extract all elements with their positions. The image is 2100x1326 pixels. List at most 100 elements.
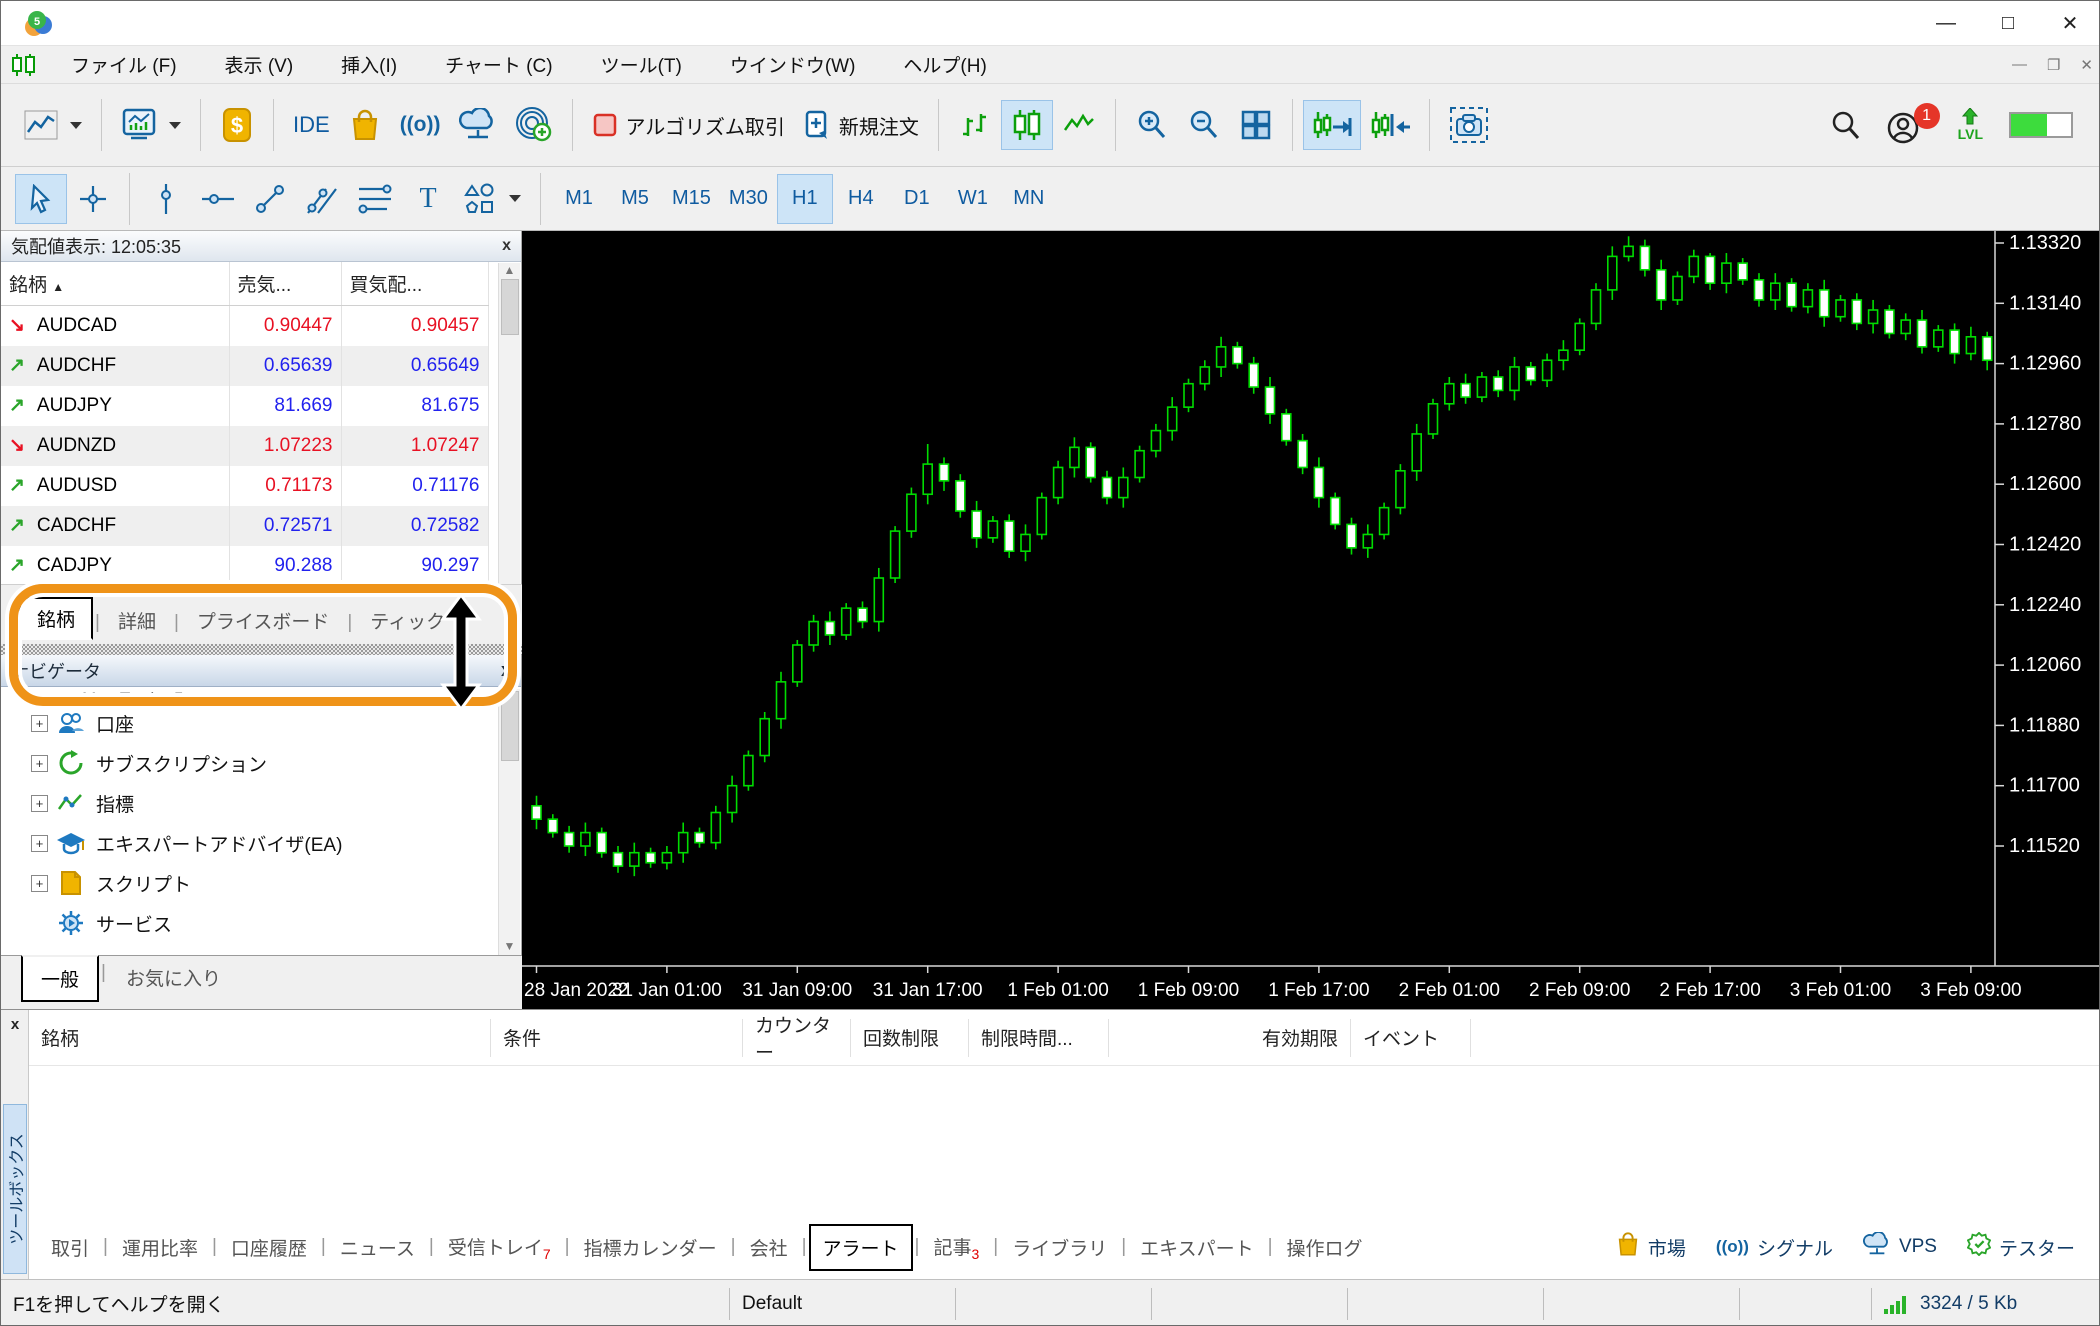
menu-item[interactable]: 挿入(I) <box>317 51 421 78</box>
zoom-in-button[interactable] <box>1126 100 1178 150</box>
zoom-out-button[interactable] <box>1178 100 1230 150</box>
scrollbar-thumb[interactable] <box>500 279 519 335</box>
tree-item[interactable]: + エキスパートアドバイザ(EA) <box>1 823 521 863</box>
navigator-tab-2[interactable]: お気に入り <box>108 956 239 999</box>
vps-button[interactable] <box>450 100 506 150</box>
chart-restore-icon[interactable]: ❐ <box>2047 56 2060 74</box>
tree-item[interactable]: サービス <box>1 903 521 943</box>
market-watch-row[interactable]: ↗ CADJPY 90.288 90.297 <box>1 545 489 586</box>
timeframe-m1[interactable]: M1 <box>551 174 607 224</box>
ide-button[interactable]: IDE <box>284 100 339 150</box>
status-profile[interactable]: Default <box>729 1287 955 1320</box>
toolbox-column-header[interactable]: 銘柄 <box>29 1018 491 1057</box>
bar-chart-mode-button[interactable] <box>949 100 1001 150</box>
scrollbar-thumb[interactable] <box>500 691 519 761</box>
vline-tool-button[interactable] <box>140 174 192 224</box>
market-watch-tab-1[interactable]: 銘柄 <box>19 597 94 640</box>
toolbox-tab-4[interactable]: ニュース <box>328 1226 427 1269</box>
menu-item[interactable]: ヘルプ(H) <box>879 51 1010 78</box>
scroll-down-icon[interactable]: ▼ <box>499 939 520 953</box>
price-chart[interactable]: 1.13320 1.13140 1.12960 1.12780 1.12600 1.124… <box>522 231 2099 1009</box>
column-bid[interactable]: 売気... <box>229 262 342 306</box>
new-chart-button[interactable] <box>15 100 91 150</box>
hline-tool-button[interactable] <box>192 174 244 224</box>
chart-shift-button[interactable] <box>1361 100 1419 150</box>
toolbox-column-header[interactable]: カウンター <box>743 1016 851 1064</box>
market-watch-header[interactable]: 気配値表示: 12:05:35 x <box>1 231 521 262</box>
expand-icon[interactable]: + <box>31 874 48 892</box>
scroll-up-icon[interactable]: ▲ <box>499 263 520 277</box>
chart-profiles-button[interactable] <box>112 100 190 150</box>
market-button[interactable] <box>339 100 391 150</box>
search-icon[interactable] <box>1830 110 1860 140</box>
close-icon[interactable]: x <box>501 660 511 681</box>
close-icon[interactable]: x <box>502 237 511 255</box>
toolbox-tab-2[interactable]: 運用比率 <box>110 1226 210 1269</box>
timeframe-mn[interactable]: MN <box>1001 174 1057 224</box>
timeframe-h1[interactable]: H1 <box>776 173 833 224</box>
toolbox-tab-12[interactable]: 操作ログ <box>1275 1226 1375 1269</box>
expand-icon[interactable]: + <box>31 714 48 732</box>
deposit-button[interactable]: $ <box>211 100 263 150</box>
tree-item[interactable]: + 指標 <box>1 783 521 823</box>
trendline-tool-button[interactable] <box>244 174 296 224</box>
timeframe-m30[interactable]: M30 <box>720 174 777 224</box>
market-watch-row[interactable]: ↗ AUDJPY 81.669 81.675 <box>1 385 489 426</box>
toolbox-vertical-tab[interactable]: ツールボックス <box>3 1104 27 1274</box>
status-connection[interactable]: 3324 / 5 Kb <box>1871 1287 2099 1320</box>
column-symbol[interactable]: 銘柄 ▲ <box>1 262 230 306</box>
timeframe-d1[interactable]: D1 <box>889 174 945 224</box>
window-close-button[interactable]: ✕ <box>2039 1 2099 45</box>
market-watch-row[interactable]: ↗ CADCHF 0.72571 0.72582 <box>1 505 489 546</box>
market-watch-row[interactable]: ↗ AUDCHF 0.65639 0.65649 <box>1 345 489 386</box>
market-watch-tab-3[interactable]: プライスボード <box>181 601 345 640</box>
toolbox-tab-11[interactable]: エキスパート <box>1128 1226 1265 1269</box>
timeframe-w1[interactable]: W1 <box>945 174 1001 224</box>
toolbox-tab-3[interactable]: 口座履歴 <box>219 1226 319 1269</box>
toolbox-tab-1[interactable]: 取引 <box>39 1226 101 1269</box>
shapes-tool-button[interactable] <box>454 174 530 224</box>
fibonacci-tool-button[interactable] <box>348 174 402 224</box>
text-tool-button[interactable]: T <box>402 174 454 224</box>
line-mode-button[interactable] <box>1053 100 1105 150</box>
corner-button[interactable]: 市場 <box>1616 1231 1686 1263</box>
market-watch-tab-2[interactable]: 詳細 <box>102 601 172 640</box>
toolbox-column-header[interactable]: 回数制限 <box>851 1018 969 1057</box>
new-order-button[interactable]: 新規注文 <box>794 100 928 150</box>
expand-icon[interactable]: + <box>31 834 48 852</box>
chart-minimize-icon[interactable]: — <box>2012 56 2027 73</box>
timeframe-h4[interactable]: H4 <box>833 174 889 224</box>
signals-button[interactable]: ((o)) <box>391 100 450 150</box>
corner-button[interactable]: テスター <box>1966 1231 2075 1262</box>
menu-item[interactable]: 表示 (V) <box>201 51 318 78</box>
expand-icon[interactable]: + <box>31 754 48 772</box>
candles-mode-button[interactable] <box>1000 100 1053 150</box>
market-watch-row[interactable]: ↗ AUDUSD 0.71173 0.71176 <box>1 465 489 506</box>
toolbox-tab-7[interactable]: 会社 <box>738 1226 800 1269</box>
menu-item[interactable]: ウインドウ(W) <box>706 51 880 78</box>
navigator-tab-1[interactable]: 一般 <box>21 955 100 1002</box>
screenshot-button[interactable] <box>1440 100 1498 150</box>
chart-close-icon[interactable]: ✕ <box>2080 56 2093 74</box>
tree-item[interactable]: + サブスクリプション <box>1 743 521 783</box>
window-maximize-button[interactable]: □ <box>1977 1 2039 45</box>
window-minimize-button[interactable]: — <box>1915 1 1977 45</box>
navigator-scrollbar[interactable]: ▼ <box>498 689 520 955</box>
cursor-tool-button[interactable] <box>15 173 67 224</box>
column-ask[interactable]: 買気配... <box>341 262 489 306</box>
crosshair-tool-button[interactable] <box>67 174 119 224</box>
menu-item[interactable]: ツール(T) <box>577 51 706 78</box>
toolbox-tab-6[interactable]: 指標カレンダー <box>572 1226 729 1269</box>
cloud-tester-button[interactable] <box>506 100 562 150</box>
level-button[interactable]: LVL <box>1958 108 1983 142</box>
toolbox-column-header[interactable]: 制限時間... <box>969 1018 1109 1057</box>
menu-item[interactable]: チャート (C) <box>421 51 576 78</box>
toolbox-tab-8[interactable]: アラート <box>808 1223 913 1271</box>
algo-trading-button[interactable]: アルゴリズム取引 <box>583 100 794 150</box>
auto-scroll-button[interactable] <box>1302 100 1361 150</box>
vps-button[interactable]: VPS <box>1862 1230 1937 1263</box>
corner-button[interactable]: ((o)) シグナル <box>1716 1234 1833 1261</box>
expand-icon[interactable]: + <box>31 794 48 812</box>
timeframe-m5[interactable]: M5 <box>607 174 663 224</box>
toolbox-tab-9[interactable]: 記事3 <box>921 1225 991 1270</box>
